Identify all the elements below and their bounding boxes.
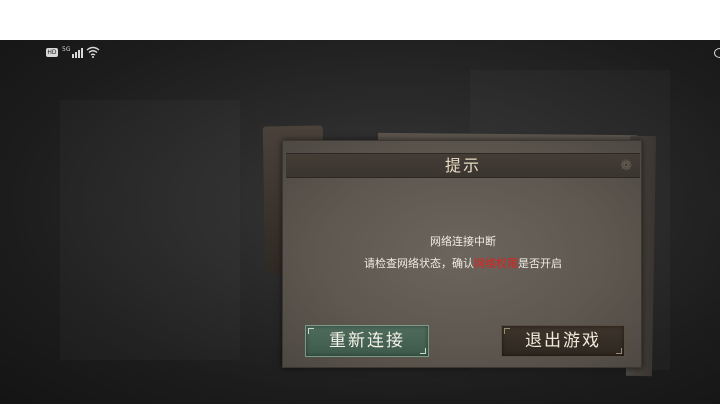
- top-blank-area: [0, 0, 720, 40]
- eye-icon: [714, 48, 720, 58]
- signal-icon: 5G: [62, 46, 84, 58]
- hd-icon: HD: [46, 48, 58, 57]
- quit-label: 退出游戏: [525, 331, 601, 351]
- corner-decoration: [308, 328, 314, 334]
- message-line-1: 网络连接中断: [430, 235, 496, 248]
- message-prefix: 请检查网络状态，确认: [364, 257, 474, 270]
- wifi-icon: [86, 46, 100, 58]
- quit-game-button[interactable]: 退出游戏: [501, 325, 625, 357]
- dialog-header: 提示 ❁: [286, 153, 640, 178]
- network-error-dialog: 提示 ❁ 网络连接中断 请检查网络状态，确认网络权限是否开启 重新连接 退出游戏: [282, 140, 642, 368]
- game-screen: HD 5G 提示 ❁ 网络连接中断 请检查网络状态，确认网络权限是否开启 重新连…: [0, 40, 720, 404]
- message-suffix: 是否开启: [518, 257, 562, 270]
- message-line-2: 请检查网络状态，确认网络权限是否开启: [283, 255, 643, 271]
- ornament-icon: ❁: [620, 158, 632, 174]
- message-highlight: 网络权限: [474, 257, 518, 270]
- reconnect-button[interactable]: 重新连接: [305, 325, 429, 357]
- corner-decoration: [504, 328, 510, 334]
- status-bar: HD 5G: [0, 40, 720, 66]
- background-shadow: [60, 100, 240, 360]
- dialog-title: 提示: [444, 156, 481, 175]
- corner-decoration: [616, 348, 622, 354]
- network-type-label: 5G: [62, 46, 71, 53]
- corner-decoration: [420, 348, 426, 354]
- reconnect-label: 重新连接: [329, 331, 405, 351]
